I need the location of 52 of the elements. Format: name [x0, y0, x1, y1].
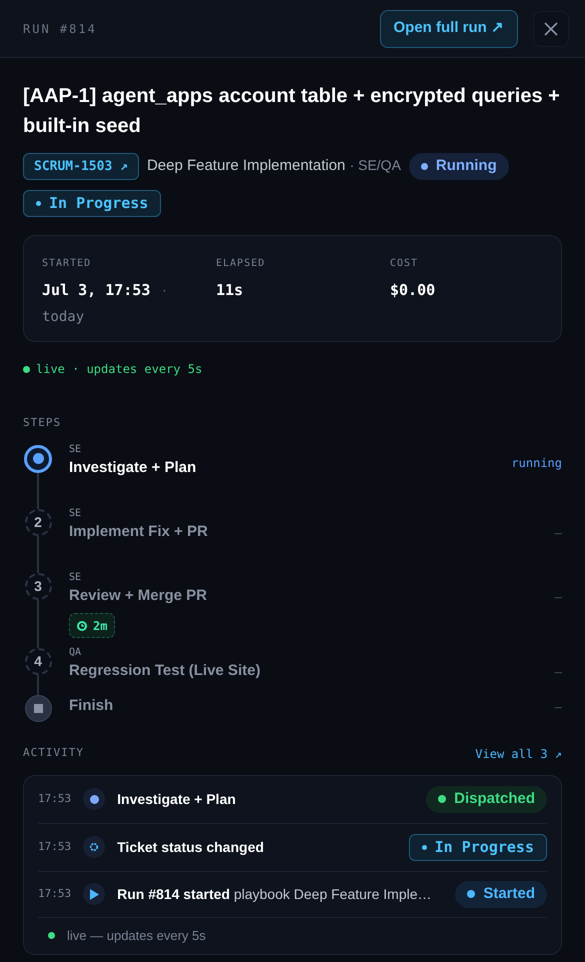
step-name: Regression Test (Live Site)	[69, 660, 260, 680]
step-number: 2	[24, 508, 52, 536]
step-name: Investigate + Plan	[69, 458, 196, 478]
step-status: —	[554, 588, 562, 606]
stat-value: $0.00	[390, 280, 436, 301]
status-badge: Running	[408, 153, 509, 180]
step-role: SE	[69, 442, 82, 456]
open-full-run-button[interactable]: Open full run ↗	[380, 10, 518, 48]
stat-label: COST	[390, 257, 420, 271]
step-role: SE	[69, 570, 82, 584]
run-title: [AAP-1] agent_apps account table + encrypted queries + built-in seed	[23, 84, 561, 139]
step-role: SE	[69, 506, 82, 520]
stat-note: today	[42, 308, 86, 326]
step-name: Review + Merge PR	[69, 586, 207, 606]
step-status: running	[511, 454, 562, 472]
stat-value: 11s	[216, 280, 244, 301]
live-status: live — updates every 5s	[67, 926, 206, 945]
status-badge: Started	[455, 880, 547, 908]
run-label: RUN #814	[23, 20, 97, 38]
stat-value: Jul 3, 17:53	[42, 280, 150, 301]
close-button[interactable]	[533, 10, 569, 46]
live-status: live · updates every 5s	[36, 361, 202, 378]
close-icon	[543, 20, 559, 36]
stat-label: ELAPSED	[216, 257, 266, 271]
separator-dot: ·	[162, 282, 166, 300]
step-name: Implement Fix + PR	[69, 522, 208, 542]
view-all-link[interactable]: View all 3 ↗	[475, 744, 562, 762]
gear-icon	[83, 836, 106, 858]
step-role: QA	[69, 646, 82, 660]
step-number: 4	[24, 648, 52, 674]
step-status: —	[554, 664, 562, 680]
status-badge: In Progress	[23, 190, 162, 217]
step-status: —	[554, 524, 562, 542]
status-badge: Dispatched	[426, 786, 547, 812]
clock-icon	[77, 620, 87, 630]
status-badge: In Progress	[408, 834, 547, 860]
activity-title: Run #814 started playbook Deep Feature Imple…	[117, 884, 432, 904]
steps-heading: STEPS	[23, 415, 62, 431]
activity-time: 17:53	[38, 838, 72, 855]
ticket-link[interactable]: SCRUM-1503 ↗	[23, 153, 139, 180]
activity-heading: ACTIVITY	[23, 745, 84, 762]
step-name: Finish	[69, 696, 114, 716]
activity-time: 17:53	[38, 886, 72, 902]
step-number: 3	[24, 572, 52, 600]
playbook-name: Deep Feature Implementation · SE/QA	[146, 156, 401, 176]
activity-title: Ticket status changed	[117, 838, 264, 857]
timer-badge: 2m	[69, 613, 116, 638]
stat-label: STARTED	[42, 257, 92, 271]
step-status: —	[554, 698, 562, 716]
play-icon	[83, 883, 106, 905]
activity-title: Investigate + Plan	[117, 790, 236, 809]
activity-time: 17:53	[38, 790, 72, 807]
